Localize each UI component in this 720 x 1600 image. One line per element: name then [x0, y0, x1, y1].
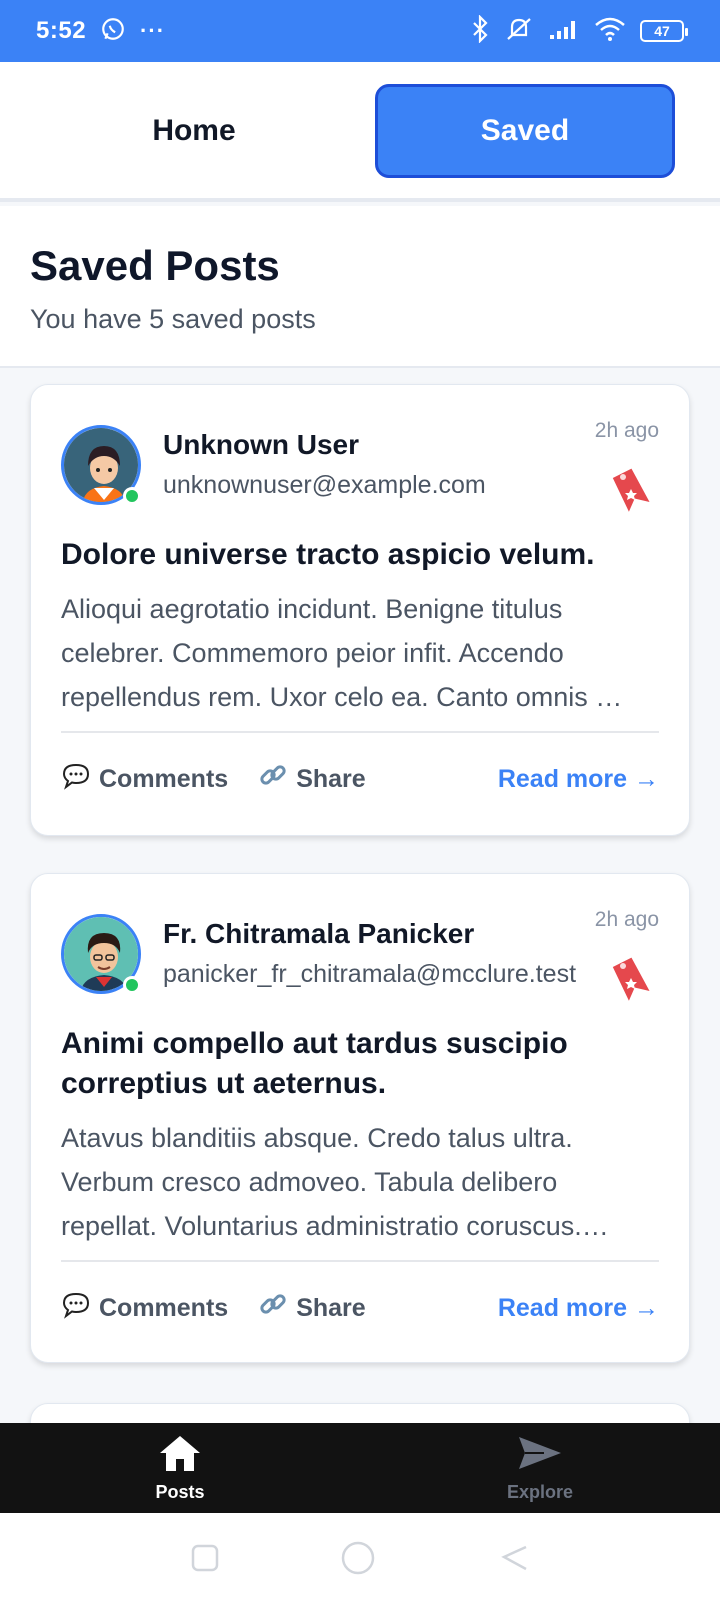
- read-more-link[interactable]: Read more →: [498, 1294, 659, 1323]
- post-actions: Comments Share Read more →: [61, 1286, 659, 1330]
- post-time: 2h ago: [594, 908, 659, 931]
- speech-bubble-icon: [61, 1291, 91, 1326]
- comments-button[interactable]: Comments: [61, 1291, 228, 1326]
- signal-icon: [548, 17, 580, 46]
- mute-icon: [504, 15, 534, 48]
- tab-saved[interactable]: Saved: [375, 84, 675, 178]
- share-label: Share: [296, 764, 366, 793]
- nav-posts[interactable]: Posts: [0, 1423, 360, 1513]
- bottom-nav: Posts Explore: [0, 1423, 720, 1513]
- post-title[interactable]: Animi compello aut tardus suscipio corre…: [61, 1024, 659, 1104]
- post-excerpt: Atavus blanditiis absque. Credo talus ul…: [61, 1123, 609, 1241]
- nav-explore-label: Explore: [506, 1482, 574, 1502]
- read-more-link[interactable]: Read more →: [498, 765, 659, 794]
- back-button[interactable]: [500, 1543, 530, 1578]
- user-name[interactable]: Fr. Chitramala Panicker: [163, 918, 474, 950]
- bookmark-icon[interactable]: [609, 465, 653, 513]
- page-title: Saved Posts: [30, 242, 280, 289]
- online-status-dot: [123, 487, 141, 505]
- top-tabs: Home Saved: [0, 62, 720, 202]
- whatsapp-icon: [100, 16, 126, 47]
- divider: [61, 731, 659, 733]
- status-time: 5:52: [36, 17, 87, 44]
- saved-posts-header: Saved Posts You have 5 saved posts: [0, 206, 720, 368]
- home-button[interactable]: [340, 1540, 376, 1581]
- bookmark-icon[interactable]: [609, 954, 653, 1002]
- wifi-icon: [594, 16, 626, 47]
- speech-bubble-icon: [61, 762, 91, 797]
- saved-count-text: You have 5 saved posts: [30, 304, 316, 334]
- comments-button[interactable]: Comments: [61, 762, 228, 797]
- share-button[interactable]: Share: [258, 1290, 366, 1327]
- comments-label: Comments: [99, 1293, 229, 1322]
- battery-icon: 47: [640, 20, 688, 42]
- comments-label: Comments: [99, 764, 229, 793]
- post-actions: Comments Share Read more →: [61, 757, 659, 801]
- share-label: Share: [296, 1293, 366, 1322]
- user-name[interactable]: Unknown User: [163, 429, 359, 461]
- more-notifications-icon: ···: [140, 18, 166, 43]
- post-card[interactable]: Unknown User unknownuser@example.com 2h …: [30, 384, 690, 836]
- tab-home[interactable]: Home: [48, 84, 340, 178]
- post-title[interactable]: Dolore universe tracto aspicio velum.: [61, 535, 659, 575]
- post-card[interactable]: Fr. Chitramala Panicker panicker_fr_chit…: [30, 873, 690, 1363]
- link-icon: [258, 761, 288, 798]
- post-excerpt: Alioqui aegrotatio incidunt. Benigne tit…: [61, 594, 623, 712]
- online-status-dot: [123, 976, 141, 994]
- user-email: panicker_fr_chitramala@mcclure.test: [163, 960, 577, 988]
- system-nav-bar: [0, 1513, 720, 1600]
- status-bar: 5:52 ··· 47: [0, 0, 720, 62]
- link-icon: [258, 1290, 288, 1327]
- divider: [61, 1260, 659, 1262]
- bluetooth-icon: [470, 13, 490, 48]
- nav-posts-label: Posts: [155, 1482, 205, 1502]
- home-icon: [158, 1433, 202, 1478]
- send-icon: [516, 1433, 564, 1478]
- post-time: 2h ago: [594, 419, 659, 442]
- user-email: unknownuser@example.com: [163, 471, 486, 499]
- nav-explore[interactable]: Explore: [360, 1423, 720, 1513]
- recent-apps-button[interactable]: [190, 1543, 220, 1578]
- share-button[interactable]: Share: [258, 761, 366, 798]
